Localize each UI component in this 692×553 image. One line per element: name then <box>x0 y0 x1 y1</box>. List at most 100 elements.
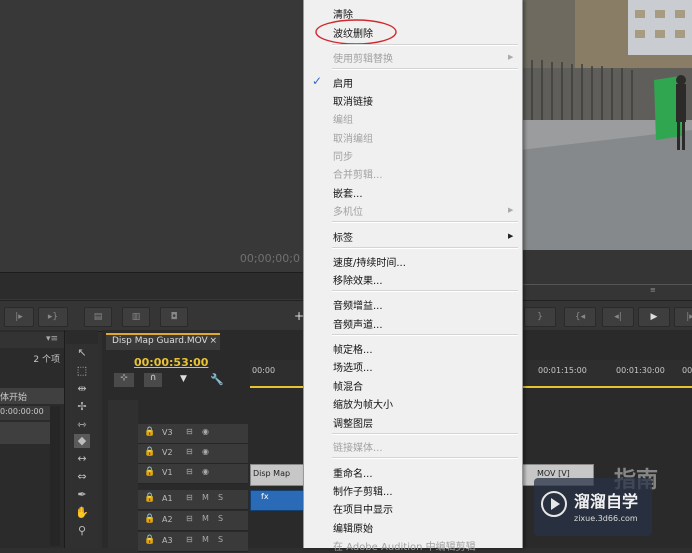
insert-button[interactable]: ▤ <box>84 307 112 327</box>
pen-tool-icon[interactable]: ✒ <box>74 488 90 502</box>
track-header-a3[interactable]: 🔒 A3 ⊟ M S <box>138 532 248 552</box>
highlight-circle <box>315 19 397 45</box>
menu-item-enable[interactable]: 启用 <box>333 75 353 90</box>
menu-item-group: 编组 <box>333 115 353 126</box>
play-button[interactable]: ▶ <box>638 307 670 327</box>
marker-icon[interactable]: ▼ <box>180 374 187 384</box>
razor-tool-icon[interactable]: ◆ <box>74 434 90 448</box>
magnet-icon[interactable]: ∩ <box>144 373 162 387</box>
overwrite-button[interactable]: ▥ <box>122 307 150 327</box>
lock-icon[interactable]: 🔒 <box>144 514 155 524</box>
snap-icon[interactable]: ⊹ <box>114 373 134 387</box>
watermark-badge: 溜溜自学 zixue.3d66.com <box>534 478 652 536</box>
rate-stretch-icon[interactable]: ⇿ <box>74 418 90 432</box>
close-icon[interactable]: × <box>209 336 217 346</box>
goto-in-button[interactable]: {◂ <box>564 307 596 327</box>
menu-item-reveal-in-project[interactable]: 在项目中显示 <box>333 501 393 516</box>
watermark: 指南 溜溜自学 zixue.3d66.com <box>522 460 692 548</box>
selection-tool-icon[interactable]: ↖ <box>74 346 90 360</box>
menu-item-rename[interactable]: 重命名... <box>333 465 373 480</box>
column-header[interactable]: 体开始 <box>0 388 64 404</box>
goto-out-button[interactable]: ▸} <box>38 307 68 327</box>
panel-menu-icon[interactable]: ▾≡ <box>46 334 58 344</box>
list-item[interactable] <box>0 422 50 444</box>
track-header-a1[interactable]: 🔒 A1 ⊟ M S <box>138 490 248 510</box>
project-header: ▾≡ <box>0 332 64 348</box>
track-header-v1[interactable]: 🔒 V1 ⊟ ◉ <box>138 464 248 484</box>
eye-icon[interactable]: ◉ <box>202 447 209 456</box>
menu-item-edit-in-audition: 在 Adobe Audition 中编辑剪辑 <box>333 542 476 553</box>
menu-item-edit-original[interactable]: 编辑原始 <box>333 520 373 535</box>
program-ruler[interactable]: ≡ <box>520 250 692 300</box>
lock-icon[interactable]: 🔒 <box>144 467 155 477</box>
menu-item-sync: 同步 <box>333 152 353 163</box>
source-timecode: 00;00;00;0 <box>239 252 300 265</box>
track-header-v2[interactable]: 🔒 V2 ⊟ ◉ <box>138 444 248 464</box>
fx-icon: fx <box>261 492 269 501</box>
solo-button[interactable]: S <box>218 493 223 502</box>
menu-item-nest[interactable]: 嵌套... <box>333 185 363 200</box>
solo-button[interactable]: S <box>218 514 223 523</box>
scroll-grip-icon[interactable]: ≡ <box>650 286 658 294</box>
camera-icon[interactable]: ◘ <box>160 307 188 327</box>
source-monitor: 00;00;00;0 <box>0 0 304 300</box>
tab-sequence[interactable]: Disp Map Guard.MOV × <box>106 333 220 350</box>
slide-tool-icon[interactable]: ⇔ <box>74 470 90 484</box>
sync-lock-icon[interactable]: ⊟ <box>186 447 193 456</box>
step-forward-button[interactable]: |▸ <box>4 307 34 327</box>
mute-button[interactable]: M <box>202 493 209 502</box>
slip-tool-icon[interactable]: ↔ <box>74 452 90 466</box>
lock-icon[interactable]: 🔒 <box>144 535 155 545</box>
menu-item-unlink[interactable]: 取消链接 <box>333 93 373 108</box>
list-item[interactable]: 0:00:00:00 <box>0 406 50 420</box>
goto-out-point-button[interactable]: } <box>524 307 556 327</box>
track-header-a2[interactable]: 🔒 A2 ⊟ M S <box>138 511 248 531</box>
menu-item-adjustment-layer[interactable]: 调整图层 <box>333 415 373 430</box>
submenu-arrow-icon: ▶ <box>508 53 514 61</box>
checkmark-icon: ✓ <box>312 74 323 88</box>
mute-button[interactable]: M <box>202 514 209 523</box>
menu-item-remove-effects[interactable]: 移除效果... <box>333 272 383 287</box>
sync-lock-icon[interactable]: ⊟ <box>186 427 193 436</box>
zoom-tool-icon[interactable]: ⚲ <box>74 524 90 538</box>
ripple-edit-icon[interactable]: ⇹ <box>74 382 90 396</box>
item-count: 2 个项 <box>33 355 60 365</box>
step-back-button[interactable]: ◂| <box>602 307 634 327</box>
solo-button[interactable]: S <box>218 535 223 544</box>
source-ruler[interactable] <box>0 272 304 299</box>
program-monitor <box>520 0 692 250</box>
menu-item-frame-hold[interactable]: 帧定格... <box>333 341 373 356</box>
sync-lock-icon[interactable]: ⊟ <box>186 514 193 523</box>
menu-item-label[interactable]: 标签 <box>333 229 353 244</box>
menu-item-speed-duration[interactable]: 速度/持续时间... <box>333 254 406 269</box>
lock-icon[interactable]: 🔒 <box>144 427 155 437</box>
hand-tool-icon[interactable]: ✋ <box>74 506 90 520</box>
step-forward-button-2[interactable]: |▸ <box>674 307 692 327</box>
playhead-timecode[interactable]: 00:00:53:00 <box>134 356 208 369</box>
lock-icon[interactable]: 🔒 <box>144 493 155 503</box>
sync-lock-icon[interactable]: ⊟ <box>186 535 193 544</box>
audio-clip[interactable]: fx <box>250 490 304 511</box>
eye-icon[interactable]: ◉ <box>202 427 209 436</box>
menu-item-scale-to-frame[interactable]: 缩放为帧大小 <box>333 396 393 411</box>
submenu-arrow-icon: ▶ <box>508 206 514 214</box>
rolling-edit-icon[interactable]: ✢ <box>74 400 90 414</box>
sync-lock-icon[interactable]: ⊟ <box>186 493 193 502</box>
menu-item-frame-blend[interactable]: 帧混合 <box>333 378 363 393</box>
menu-item-make-subclip[interactable]: 制作子剪辑... <box>333 483 393 498</box>
mute-button[interactable]: M <box>202 535 209 544</box>
track-select-icon[interactable]: ⬚ <box>74 364 90 378</box>
video-clip[interactable]: Disp Map <box>250 464 304 486</box>
scrollbar[interactable] <box>50 406 60 546</box>
play-logo-icon <box>541 491 567 517</box>
menu-item-ungroup: 取消编组 <box>333 134 373 145</box>
lock-icon[interactable]: 🔒 <box>144 447 155 457</box>
eye-icon[interactable]: ◉ <box>202 467 209 476</box>
menu-item-field-options[interactable]: 场选项... <box>333 359 373 374</box>
menu-item-audio-channels[interactable]: 音频声道... <box>333 316 383 331</box>
track-header-v3[interactable]: 🔒 V3 ⊟ ◉ <box>138 424 248 444</box>
menu-item-multicam: 多机位 <box>333 207 363 218</box>
wrench-icon[interactable]: 🔧 <box>210 373 224 386</box>
menu-item-audio-gain[interactable]: 音频增益... <box>333 297 383 312</box>
sync-lock-icon[interactable]: ⊟ <box>186 467 193 476</box>
